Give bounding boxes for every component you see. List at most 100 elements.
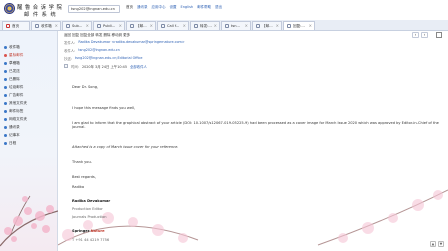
next-message-button[interactable]: › [421, 32, 428, 38]
close-icon[interactable]: × [150, 22, 153, 30]
contacts-icon [4, 125, 7, 129]
tab-label: tsn... [231, 24, 240, 28]
nav-link-apps[interactable]: 应用中心 [152, 5, 166, 10]
sidebar-item-label: 收件箱 [9, 45, 20, 49]
sidebar-item-netdisk[interactable]: 网络文件夹 [4, 117, 27, 122]
scroll-up-button[interactable]: ▲ [430, 241, 436, 247]
sidebar-item-label: 邮件标签 [9, 109, 24, 113]
logo-subtitle: 邮 件 系 统 [24, 12, 57, 18]
sidebar-item-sent[interactable]: 已发送 [4, 69, 20, 74]
close-icon[interactable]: × [276, 22, 279, 30]
tab-message-active[interactable]: 回复:... × [283, 21, 315, 30]
folder-icon [4, 77, 7, 81]
tab-label: 【邮... [262, 24, 273, 28]
to-label: 收件人: [64, 49, 76, 53]
account-selector[interactable]: tsng202@ingnan.edu.cn [68, 5, 120, 13]
top-navigation: 首页 通讯录 应用中心 设置 English 邮件帮助 退出 [126, 5, 222, 10]
tab-label: Sub... [72, 24, 83, 28]
tab-message[interactable]: 【邮... × [126, 21, 156, 30]
from-address[interactable]: Radika Devakumar <radika.devakumar@sprin… [78, 40, 184, 45]
folder-icon [4, 61, 7, 65]
logo-emblem-icon [4, 3, 15, 14]
mail-app: 醒 鲁 合 诉 学 院 邮 件 系 统 tsng202@ingnan.edu.c… [0, 0, 448, 251]
bottom-controls: ▲ ▼ [430, 241, 444, 247]
sidebar-item-spam[interactable]: 垃圾邮件 [4, 85, 23, 90]
greeting: Dear Dr. Song, [72, 85, 99, 89]
message-navigation: ‹ › [412, 32, 428, 38]
sidebar-item-label: 已发送 [9, 69, 20, 73]
sidebar-item-label: 草稿箱 [9, 61, 20, 65]
tab-message[interactable]: 转发:... × [190, 21, 220, 30]
sidebar-item-label: 广告邮件 [9, 93, 24, 97]
nav-link-contacts[interactable]: 通讯录 [137, 5, 148, 10]
close-icon[interactable]: × [55, 22, 58, 30]
signature-company: Springer Nature [72, 229, 105, 233]
cc-address[interactable]: tsng202@ingnan.edu.cn;Editorial Office [75, 56, 143, 61]
tab-home[interactable]: 首页 [2, 21, 30, 30]
sidebar-item-label: 垃圾邮件 [9, 85, 24, 89]
sidebar-item-deleted[interactable]: 已删除 [4, 77, 20, 82]
sidebar-item-label: 日程 [9, 141, 17, 145]
tab-bar: 首页 收件箱 × Sub... × Publi... × 【邮... × Call f.… [0, 20, 448, 31]
message-toolbar: 返回 回复 回复全部 转发 删除 移动到 更多 ‹ › [58, 31, 448, 39]
close-icon[interactable]: × [245, 22, 248, 30]
star-icon [4, 53, 7, 57]
scroll-down-button[interactable]: ▼ [438, 241, 444, 247]
sidebar-item-notepad[interactable]: 记事本 [4, 133, 20, 138]
date-label: 时间: [71, 65, 79, 69]
close-icon[interactable]: × [183, 22, 186, 30]
tab-message[interactable]: tsn... × [221, 21, 251, 30]
mail-icon [287, 24, 291, 28]
previous-message-button[interactable]: ‹ [412, 32, 419, 38]
layout-toggle-icon[interactable] [436, 32, 442, 38]
tab-inbox[interactable]: 收件箱 × [31, 21, 61, 30]
company-springer: Springer [72, 229, 90, 233]
nav-link-settings[interactable]: 设置 [170, 5, 177, 10]
nav-link-home[interactable]: 首页 [126, 5, 133, 10]
sidebar-item-other-folders[interactable]: 其他文件夹 [4, 101, 27, 106]
close-icon[interactable]: × [86, 22, 89, 30]
to-row: 收件人: tsng202@ingnan.edu.cn [64, 48, 120, 53]
to-address[interactable]: tsng202@ingnan.edu.cn [78, 48, 119, 53]
folder-icon [4, 85, 7, 89]
sidebar-item-label: 记事本 [9, 133, 20, 137]
sidebar-item-ads[interactable]: 广告邮件 [4, 93, 23, 98]
sidebar-item-inbox[interactable]: 收件箱 [4, 45, 20, 50]
tab-message[interactable]: Call f... × [157, 21, 189, 30]
folder-icon [4, 93, 7, 97]
nav-link-english[interactable]: English [181, 5, 194, 10]
all-recipients-link[interactable]: 全部收件人 [130, 64, 147, 69]
nav-link-help[interactable]: 邮件帮助 [197, 5, 211, 10]
tag-icon [4, 109, 7, 113]
close-icon[interactable]: × [309, 22, 312, 30]
cc-row: 抄送: tsng202@ingnan.edu.cn;Editorial Offic… [64, 56, 143, 61]
close-icon[interactable]: × [119, 22, 122, 30]
sidebar-item-tags[interactable]: 邮件标签 [4, 109, 23, 114]
nav-link-logout[interactable]: 退出 [215, 5, 222, 10]
mail-icon [225, 24, 229, 28]
toolbar-actions[interactable]: 返回 回复 回复全部 转发 删除 移动到 更多 [64, 33, 130, 38]
tab-message[interactable]: 【邮... × [252, 21, 282, 30]
signature-title: Production Editor [72, 207, 103, 211]
sidebar-item-label: 其他文件夹 [9, 101, 27, 105]
body-line-1: I hope this message finds you well, [72, 106, 136, 110]
home-icon [6, 24, 10, 28]
sidebar-item-starred[interactable]: 星标邮件 [4, 53, 23, 58]
tab-message[interactable]: Publi... × [93, 21, 125, 30]
close-icon[interactable]: × [214, 22, 217, 30]
mail-icon [256, 24, 260, 28]
flag-icon[interactable] [64, 64, 68, 68]
company-nature: Nature [90, 229, 105, 233]
sidebar-item-label: 网络文件夹 [9, 117, 27, 121]
sidebar-item-addressbook[interactable]: 通讯录 [4, 125, 20, 130]
thanks: Thank you. [72, 160, 92, 164]
sidebar: 收件箱 星标邮件 草稿箱 已发送 已删除 垃圾邮件 广告邮件 其他文件夹 邮件标… [0, 31, 58, 251]
folder-icon [4, 45, 7, 49]
sidebar-item-drafts[interactable]: 草稿箱 [4, 61, 20, 66]
tab-message[interactable]: Sub... × [62, 21, 92, 30]
logo-title: 醒 鲁 合 诉 学 院 [17, 5, 63, 11]
mail-icon [35, 24, 39, 28]
mail-icon [66, 24, 70, 28]
folder-icon [4, 69, 7, 73]
sidebar-item-calendar[interactable]: 日程 [4, 141, 16, 146]
